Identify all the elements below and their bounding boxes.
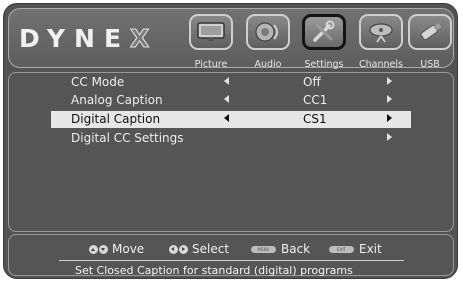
- tab-label: Picture: [194, 59, 228, 70]
- menu-item-value: CS1: [303, 112, 327, 126]
- menu-header: DYNEX Picture Audio Settings Channels US…: [8, 8, 454, 70]
- footer-divider: [59, 260, 404, 261]
- status-help-text: Set Closed Caption for standard (digital…: [75, 264, 353, 277]
- tab-settings[interactable]: Settings: [302, 14, 346, 70]
- hint-exit: EXIT Exit: [329, 242, 382, 256]
- left-arrow-icon[interactable]: [224, 114, 229, 122]
- menu-item-analog-caption[interactable]: Analog Caption CC1: [51, 92, 411, 109]
- menu-item-label: Digital CC Settings: [71, 131, 184, 145]
- hint-move: Move: [89, 242, 144, 256]
- right-arrow-icon[interactable]: [387, 95, 392, 103]
- right-arrow-icon[interactable]: [387, 133, 392, 141]
- tv-picture-icon: [189, 14, 233, 50]
- tab-audio[interactable]: Audio: [246, 14, 290, 70]
- hint-move-label: Move: [112, 242, 145, 256]
- hint-exit-label: Exit: [359, 242, 382, 256]
- usb-drive-icon: [408, 14, 452, 50]
- speaker-audio-icon: [246, 14, 290, 50]
- menu-item-cc-mode[interactable]: CC Mode Off: [51, 74, 411, 91]
- tab-picture[interactable]: Picture: [189, 14, 233, 70]
- left-arrow-key-icon: [169, 244, 178, 254]
- hint-back: MENU Back: [251, 242, 310, 256]
- tab-label: Audio: [254, 59, 282, 70]
- right-arrow-icon[interactable]: [387, 77, 392, 85]
- tools-settings-icon: [302, 14, 346, 50]
- tab-label: Settings: [304, 59, 344, 70]
- left-arrow-icon[interactable]: [224, 77, 229, 85]
- tab-label: USB: [420, 59, 440, 70]
- satellite-dish-channels-icon: [359, 14, 403, 50]
- menu-item-label: Analog Caption: [71, 93, 163, 107]
- menu-item-label: Digital Caption: [71, 112, 161, 126]
- menu-key-icon: MENU: [251, 245, 276, 253]
- down-arrow-key-icon: [99, 244, 108, 254]
- hint-select-label: Select: [192, 242, 230, 256]
- menu-item-digital-cc-settings[interactable]: Digital CC Settings: [51, 130, 411, 147]
- tab-usb[interactable]: USB: [408, 14, 452, 70]
- closed-caption-menu: CC Mode Off Analog Caption CC1 Digital C…: [8, 72, 454, 232]
- right-arrow-key-icon: [179, 244, 188, 254]
- hint-select: Select: [169, 242, 229, 256]
- menu-item-value: Off: [303, 75, 321, 89]
- up-arrow-key-icon: [89, 244, 98, 254]
- dynex-logo: DYNEX: [19, 24, 159, 54]
- menu-item-digital-caption[interactable]: Digital Caption CS1: [51, 111, 411, 128]
- tab-channels[interactable]: Channels: [359, 14, 403, 70]
- hint-back-label: Back: [281, 242, 311, 256]
- menu-footer: Move Select MENU Back EXIT Exit Set Closed…: [8, 234, 454, 277]
- right-arrow-icon[interactable]: [387, 114, 392, 122]
- menu-item-label: CC Mode: [71, 75, 125, 89]
- exit-key-icon: EXIT: [329, 245, 354, 253]
- menu-item-value: CC1: [303, 93, 328, 107]
- left-arrow-icon[interactable]: [224, 95, 229, 103]
